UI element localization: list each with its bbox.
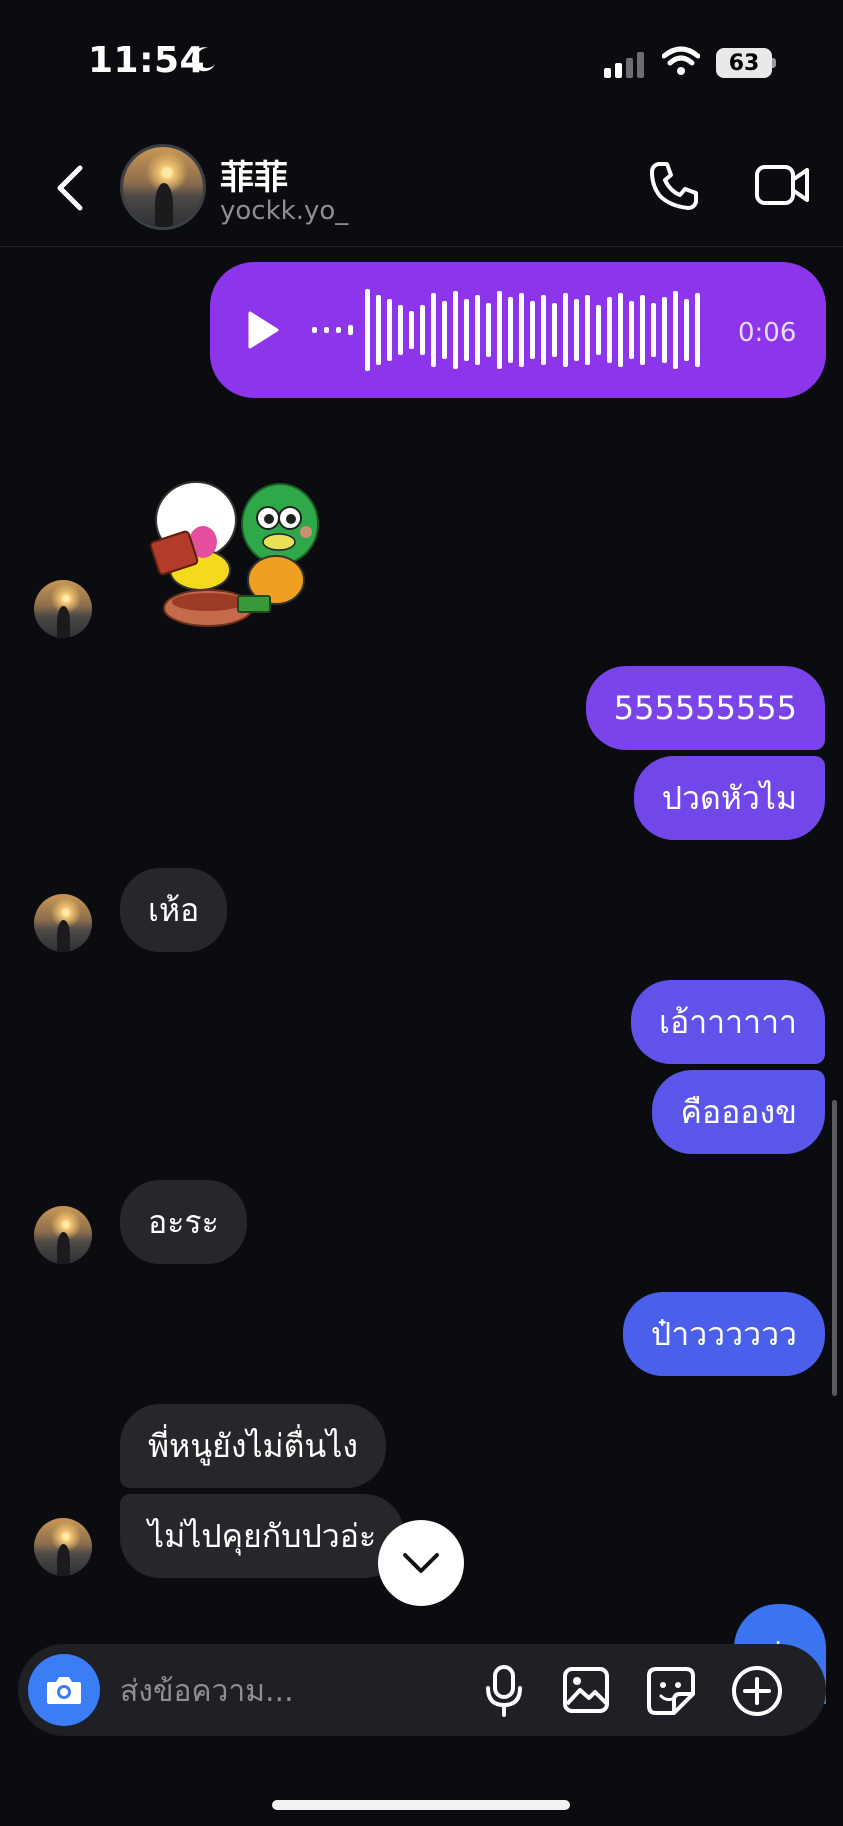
moon-icon bbox=[191, 47, 215, 72]
scroll-to-bottom-button[interactable] bbox=[378, 1520, 464, 1606]
header-divider bbox=[0, 246, 843, 247]
contact-username[interactable]: yockk.yo_ bbox=[220, 196, 348, 226]
message-text: ไม่ไปคุยกับปวอ่ะ bbox=[148, 1517, 377, 1555]
back-chevron-icon[interactable] bbox=[50, 162, 90, 214]
microphone-icon[interactable] bbox=[484, 1664, 524, 1718]
contact-avatar-small[interactable] bbox=[34, 894, 92, 952]
message-bubble-incoming[interactable]: อะระ bbox=[120, 1180, 247, 1264]
message-text: เอ้าาาาาา bbox=[659, 1003, 797, 1041]
message-input[interactable] bbox=[118, 1670, 462, 1712]
contact-avatar-small[interactable] bbox=[34, 1518, 92, 1576]
video-call-icon[interactable] bbox=[754, 162, 810, 208]
contact-avatar-small[interactable] bbox=[34, 580, 92, 638]
contact-avatar[interactable] bbox=[120, 144, 206, 230]
sticker-icon[interactable] bbox=[646, 1666, 696, 1716]
message-bubble-incoming[interactable]: ไม่ไปคุยกับปวอ่ะ bbox=[120, 1494, 405, 1578]
signal-icon bbox=[604, 52, 644, 78]
chevron-down-icon bbox=[403, 1553, 439, 1573]
battery-tip bbox=[772, 58, 776, 68]
plus-icon[interactable] bbox=[730, 1664, 784, 1718]
message-text: ปวดหัวไม bbox=[661, 779, 797, 817]
voice-waveform bbox=[312, 289, 700, 371]
voice-duration: 0:06 bbox=[738, 318, 797, 348]
message-bubble-outgoing[interactable]: คืออองข bbox=[652, 1070, 825, 1154]
sticker-image[interactable] bbox=[148, 470, 338, 640]
home-indicator[interactable] bbox=[272, 1800, 570, 1810]
contact-avatar-small[interactable] bbox=[34, 1206, 92, 1264]
voice-call-icon[interactable] bbox=[648, 160, 700, 212]
message-bubble-outgoing[interactable]: เอ้าาาาาา bbox=[631, 980, 825, 1064]
message-text: คืออองข bbox=[680, 1093, 797, 1131]
message-bubble-incoming[interactable]: เห้อ bbox=[120, 868, 228, 952]
message-bubble-outgoing[interactable]: 555555555 bbox=[585, 666, 825, 750]
message-text: พี่หนูยังไม่ตื่นไง bbox=[148, 1427, 358, 1465]
message-bubble-outgoing[interactable]: ป๋าวววววว bbox=[622, 1292, 825, 1376]
play-icon[interactable] bbox=[246, 310, 280, 350]
contact-name[interactable]: 菲菲 bbox=[220, 150, 288, 199]
scrollbar[interactable] bbox=[832, 1100, 837, 1396]
gallery-icon[interactable] bbox=[562, 1666, 610, 1714]
message-bubble-incoming[interactable]: พี่หนูยังไม่ตื่นไง bbox=[120, 1404, 386, 1488]
camera-button[interactable] bbox=[28, 1654, 100, 1726]
message-text: อะระ bbox=[148, 1203, 219, 1241]
battery-indicator: 63 bbox=[716, 48, 772, 78]
message-text: เห้อ bbox=[148, 891, 200, 929]
message-text: ป๋าวววววว bbox=[650, 1315, 797, 1353]
camera-icon bbox=[47, 1677, 81, 1704]
message-text: 555555555 bbox=[613, 689, 797, 727]
message-bubble-outgoing[interactable]: ปวดหัวไม bbox=[633, 756, 825, 840]
wifi-icon bbox=[662, 46, 700, 75]
